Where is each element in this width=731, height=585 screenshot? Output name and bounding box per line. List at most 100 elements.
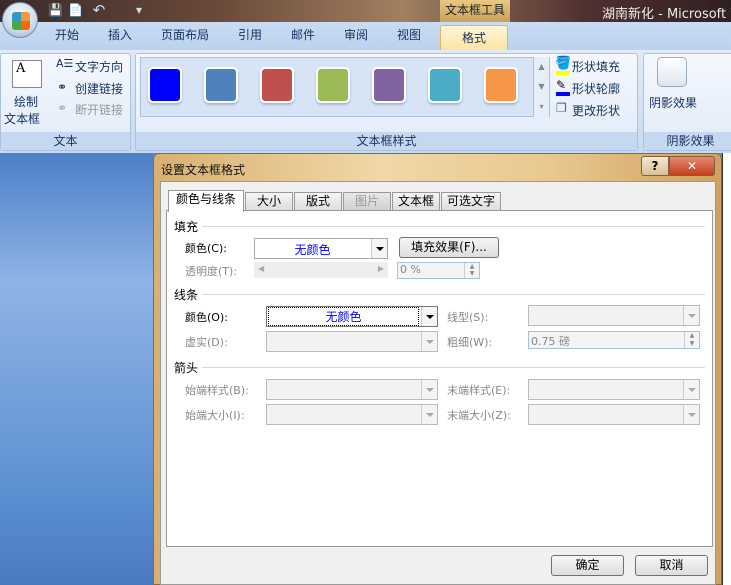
draw-textbox-icon[interactable]: A: [12, 60, 42, 88]
document-page: [722, 153, 731, 585]
dialog-title: 设置文本框格式: [161, 163, 246, 177]
ok-button[interactable]: 确定: [551, 555, 624, 576]
tab-alt-text[interactable]: 可选文字: [441, 192, 501, 211]
tab-references[interactable]: 引用: [238, 26, 262, 43]
transparency-slider: ◀ ▶: [254, 262, 388, 278]
style-swatch[interactable]: [260, 67, 294, 103]
text-group-label: 文本: [1, 132, 130, 150]
chevron-down-icon: [683, 380, 699, 399]
office-button[interactable]: [2, 2, 38, 38]
tab-view[interactable]: 视图: [397, 26, 421, 43]
draw-textbox-label[interactable]: 绘制: [14, 93, 38, 110]
chevron-down-icon: [421, 405, 437, 424]
draw-textbox-label-2[interactable]: 文本框: [4, 110, 40, 127]
divider: [202, 226, 705, 227]
tab-size[interactable]: 大小: [245, 192, 293, 211]
shape-outline-button[interactable]: 形状轮廓: [572, 80, 620, 97]
end-size-label: 末端大小(Z):: [447, 409, 511, 422]
line-style-select: [528, 305, 700, 326]
gallery-scroll[interactable]: ▲ ▼ ▾: [533, 57, 549, 117]
fill-color-value: 无颜色: [294, 243, 331, 257]
shape-fill-button[interactable]: 形状填充: [572, 58, 620, 75]
end-size-select: [528, 404, 700, 425]
link-icon: ⚭: [57, 80, 68, 94]
weight-spinner: 0.75 磅 ▲ ▼: [528, 331, 700, 349]
break-link-icon: ⚭: [57, 101, 68, 115]
end-style-select: [528, 379, 700, 400]
outline-color-bar: [556, 92, 570, 96]
tab-format[interactable]: 格式: [440, 25, 508, 51]
end-style-label: 末端样式(E):: [447, 384, 511, 397]
paint-bucket-icon: 🪣: [555, 56, 572, 71]
tab-mailings[interactable]: 邮件: [291, 26, 315, 43]
cancel-button[interactable]: 取消: [635, 555, 708, 576]
weight-value: 0.75 磅: [531, 335, 570, 348]
tab-page-layout[interactable]: 页面布局: [161, 26, 209, 43]
fill-color-label: 颜色(C):: [185, 242, 227, 255]
dash-label: 虚实(D):: [185, 336, 228, 349]
style-swatch[interactable]: [428, 67, 462, 103]
style-swatch[interactable]: [148, 67, 182, 103]
fill-color-bar: [556, 71, 570, 75]
divider: [202, 294, 705, 295]
customize-toolbar-icon[interactable]: ▾: [132, 3, 146, 17]
line-heading: 线条: [174, 288, 199, 302]
line-color-label: 颜色(O):: [185, 311, 228, 324]
change-shape-button[interactable]: 更改形状: [572, 102, 620, 119]
undo-icon[interactable]: ↶: [92, 1, 106, 19]
shadow-effects-icon[interactable]: [657, 57, 687, 87]
chevron-down-icon: [421, 307, 437, 326]
style-swatch[interactable]: [316, 67, 350, 103]
tab-picture: 图片: [343, 192, 391, 211]
chevron-down-icon: [683, 405, 699, 424]
save-icon[interactable]: 💾: [48, 3, 63, 17]
tab-colors-lines[interactable]: 颜色与线条: [168, 190, 244, 212]
tab-home[interactable]: 开始: [55, 26, 79, 43]
tab-insert[interactable]: 插入: [108, 26, 132, 43]
begin-style-select: [266, 379, 438, 400]
line-color-select[interactable]: 无颜色: [266, 306, 438, 327]
chevron-down-icon: [683, 306, 699, 325]
tab-textbox[interactable]: 文本框: [392, 192, 440, 211]
dash-select: [266, 331, 438, 352]
weight-label: 粗细(W):: [447, 336, 493, 349]
chevron-down-icon: [421, 380, 437, 399]
transparency-label: 透明度(T):: [185, 265, 238, 278]
style-swatch[interactable]: [204, 67, 238, 103]
fill-heading: 填充: [174, 220, 199, 234]
context-tools-label: 文本框工具: [440, 0, 510, 22]
format-textbox-dialog: 设置文本框格式 ? ✕ 颜色与线条 大小 版式 图片 文本框 可选文字 填充 颜…: [153, 153, 722, 585]
fill-effects-button[interactable]: 填充效果(F)...: [399, 237, 499, 258]
new-document-icon[interactable]: 📄: [68, 3, 83, 17]
close-button[interactable]: ✕: [669, 156, 715, 176]
document-area: [0, 153, 153, 585]
chevron-down-icon: [421, 332, 437, 351]
text-direction-button[interactable]: 文字方向: [75, 58, 123, 75]
style-swatch[interactable]: [484, 67, 518, 103]
line-style-label: 线型(S):: [447, 311, 489, 324]
change-shape-icon: ❐: [556, 101, 567, 115]
pencil-icon: ✎: [556, 78, 567, 92]
tab-layout[interactable]: 版式: [294, 192, 342, 211]
create-link-button[interactable]: 创建链接: [75, 80, 123, 97]
begin-size-select: [266, 404, 438, 425]
help-button[interactable]: ?: [641, 156, 669, 176]
text-direction-icon: A☰: [56, 57, 74, 70]
office-logo-icon: [12, 12, 30, 30]
tab-review[interactable]: 审阅: [344, 26, 368, 43]
fill-color-select[interactable]: 无颜色: [254, 238, 388, 259]
shadow-effects-button[interactable]: 阴影效果: [649, 94, 697, 111]
chevron-down-icon: [371, 239, 387, 258]
transparency-spinner: 0 % ▲ ▼: [397, 262, 480, 279]
begin-size-label: 始端大小(I):: [185, 409, 245, 422]
shadow-group-label: 阴影效果: [644, 132, 731, 150]
textbox-styles-label: 文本框样式: [136, 132, 637, 150]
begin-style-label: 始端样式(B):: [185, 384, 249, 397]
line-color-value: 无颜色: [268, 307, 419, 326]
divider: [202, 367, 705, 368]
style-swatch[interactable]: [372, 67, 406, 103]
break-link-button: 断开链接: [75, 103, 124, 117]
window-title: 湖南新化 - Microsoft W: [602, 7, 731, 22]
transparency-value: 0 %: [400, 263, 421, 276]
arrows-heading: 箭头: [174, 361, 199, 375]
